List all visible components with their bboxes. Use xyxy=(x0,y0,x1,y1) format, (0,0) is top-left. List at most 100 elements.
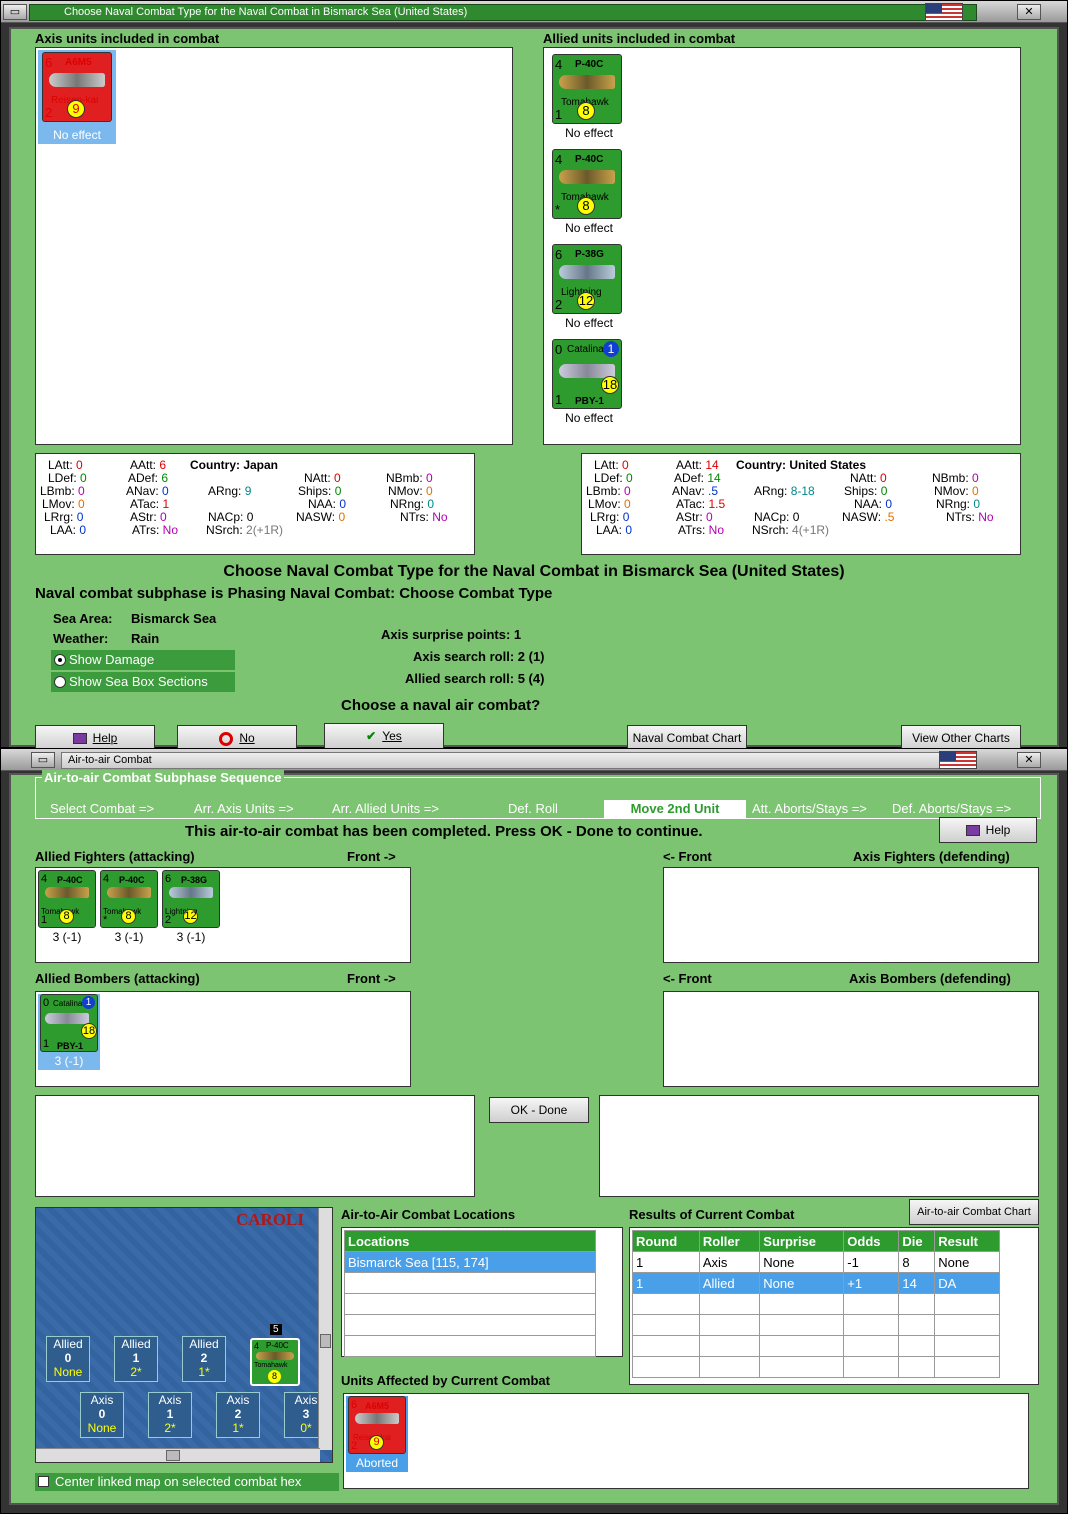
checkbox-box[interactable] xyxy=(38,1476,49,1487)
unit-caption: No effect xyxy=(565,126,613,140)
results-cell: Allied xyxy=(698,1272,761,1294)
counter-value: 2 xyxy=(555,297,563,312)
show-sea-box-radio[interactable]: Show Sea Box Sections xyxy=(51,672,235,692)
stat-anav: ANav: 0 xyxy=(126,484,169,498)
stat-atrs: ATrs: No xyxy=(132,523,179,537)
axis-stats-panel: LAtt: 0 LDef: 0 LBmb: 0 LMov: 0 LRrg: 0 … xyxy=(35,453,475,555)
scroll-thumb[interactable] xyxy=(166,1450,180,1461)
fighter-card[interactable]: 4P-40CTomahawk*8 3 (-1) xyxy=(100,870,160,946)
stat-value: 8-18 xyxy=(790,484,815,498)
stat-astr: AStr: 0 xyxy=(130,510,167,524)
range-circle: 9 xyxy=(369,1435,384,1450)
stat-lmov: LMov: 0 xyxy=(42,497,85,511)
box-title: Allied xyxy=(189,1337,219,1351)
stat-laa: LAA: 0 xyxy=(50,523,87,537)
allied-fighters-panel: 4P-40CTomahawk18 3 (-1) 4P-40CTomahawk*8… xyxy=(35,867,411,963)
results-header: Die xyxy=(898,1230,936,1252)
allied-unit-card[interactable]: 6P-38GLightning212 No effect xyxy=(550,244,630,334)
stat-value: .5 xyxy=(884,510,895,524)
box-title: Axis xyxy=(158,1393,182,1407)
combat-box-axis-1[interactable]: Axis 1 2* xyxy=(148,1392,192,1438)
stat-value: 0 xyxy=(76,510,84,524)
combat-box-axis-2[interactable]: Axis 2 1* xyxy=(216,1392,260,1438)
scroll-thumb[interactable] xyxy=(320,1334,331,1348)
stat-lbmb: LBmb: 0 xyxy=(586,484,631,498)
title-bar[interactable]: ▭ Choose Naval Combat Type for the Naval… xyxy=(1,1,1067,23)
results-header: Odds xyxy=(843,1230,900,1252)
combat-box-allied-0[interactable]: Allied 0 None xyxy=(46,1336,90,1382)
show-damage-radio[interactable]: Show Damage xyxy=(51,650,235,670)
unit-counter: 6 A6M5 Reisen-kai 2 9 xyxy=(42,52,112,122)
yes-button[interactable]: ✔ Yes xyxy=(324,723,444,749)
system-menu-button[interactable]: ▭ xyxy=(31,752,55,768)
results-cell: Axis xyxy=(698,1251,761,1273)
stat-lbmb: LBmb: 0 xyxy=(40,484,85,498)
fighter-card[interactable]: 6 P-38G Lightning 2 12 3 (-1) xyxy=(162,870,222,946)
axis-fighters-panel xyxy=(663,867,1039,963)
stat-value: 0 xyxy=(973,497,981,511)
unit-caption: 3 (-1) xyxy=(54,1054,84,1068)
axis-search-roll: Axis search roll: 2 (1) xyxy=(413,649,545,664)
affected-units-panel: 6A6M5Reisen-kai29 Aborted xyxy=(343,1393,1029,1489)
air-combat-chart-button[interactable]: Air-to-air Combat Chart xyxy=(909,1199,1039,1225)
vertical-scrollbar[interactable] xyxy=(318,1208,332,1450)
location-row xyxy=(344,1335,596,1357)
stat-nacp: NACp: 0 xyxy=(208,510,254,524)
stat-value: 0 xyxy=(972,484,979,498)
stat-value: 0 xyxy=(338,510,346,524)
combat-box-axis-0[interactable]: Axis 0 None xyxy=(80,1392,124,1438)
results-cell: 1 xyxy=(632,1272,700,1294)
stat-nmov: NMov: 0 xyxy=(934,484,979,498)
stat-value: 0 xyxy=(880,484,888,498)
close-button[interactable]: ✕ xyxy=(1017,4,1041,20)
map-unit[interactable]: 5 4 P-40C Tomahawk 8 xyxy=(250,1324,300,1386)
ok-done-button[interactable]: OK - Done xyxy=(489,1097,589,1123)
results-row xyxy=(632,1314,1000,1336)
allied-unit-card[interactable]: 4P-40CTomahawk*8 No effect xyxy=(550,149,630,239)
counter-value: 1 xyxy=(41,914,48,926)
help-button[interactable]: Help xyxy=(939,817,1037,843)
bomber-card[interactable]: 0 Catalina PBY-1 1 18 1 3 (-1) xyxy=(38,994,100,1070)
transport-circle: 1 xyxy=(603,341,619,357)
close-button[interactable]: ✕ xyxy=(1017,752,1041,768)
fighter-card[interactable]: 4P-40CTomahawk18 3 (-1) xyxy=(38,870,98,946)
range-circle: 12 xyxy=(577,292,595,310)
results-row-selected[interactable]: 1 Allied None +1 14 DA xyxy=(632,1272,1000,1294)
results-cell: 8 xyxy=(898,1251,936,1273)
location-row[interactable]: Bismarck Sea [115, 174] xyxy=(344,1251,596,1273)
results-row xyxy=(632,1335,1000,1357)
results-header: Roller xyxy=(698,1230,761,1252)
aircraft-icon xyxy=(355,1413,399,1424)
allied-bombers-label: Allied Bombers (attacking) xyxy=(35,971,200,986)
stat-value: 0 xyxy=(885,497,893,511)
stat-value: 0 xyxy=(334,484,342,498)
combat-box-allied-1[interactable]: Allied 1 2* xyxy=(114,1336,158,1382)
axis-bombers-label: Axis Bombers (defending) xyxy=(849,971,1011,986)
horizontal-scrollbar[interactable] xyxy=(36,1448,320,1462)
allied-units-panel: 4P-40CTomahawk18 No effect 4P-40CTomahaw… xyxy=(543,47,1021,445)
center-map-checkbox[interactable]: Center linked map on selected combat hex xyxy=(35,1473,339,1491)
counter-name: A6M5 xyxy=(65,57,92,68)
box-status: 1* xyxy=(198,1365,210,1379)
system-menu-button[interactable]: ▭ xyxy=(3,4,27,20)
axis-unit-card[interactable]: 6 A6M5 Reisen-kai 2 9 No effect xyxy=(38,50,116,144)
air-to-air-window: ▭ Air-to-air Combat ✕ Air-to-air Combat … xyxy=(0,748,1068,1514)
combat-box-allied-2[interactable]: Allied 2 1* xyxy=(182,1336,226,1382)
stat-laa: LAA: 0 xyxy=(596,523,633,537)
linked-map[interactable]: CAROLI Allied 0 None Allied 1 2* Allied 2 1* 5… xyxy=(35,1207,333,1463)
title-bar[interactable]: ▭ Air-to-air Combat ✕ xyxy=(1,749,1067,771)
locations-table: Locations Bismarck Sea [115, 174] xyxy=(344,1230,596,1357)
allied-search-roll: Allied search roll: 5 (4) xyxy=(405,671,545,686)
stat-value: 0 xyxy=(246,510,254,524)
counter-value: 6 xyxy=(45,55,53,70)
unit-counter: 6P-38GLightning212 xyxy=(552,244,622,314)
stat-value: 0 xyxy=(792,510,800,524)
affected-unit-card[interactable]: 6A6M5Reisen-kai29 Aborted xyxy=(346,1396,408,1472)
stat-value: 14 xyxy=(705,458,719,472)
counter-value: * xyxy=(555,202,561,217)
results-row[interactable]: 1 Axis None -1 8 None xyxy=(632,1251,1000,1273)
allied-unit-card[interactable]: 4P-40CTomahawk18 No effect xyxy=(550,54,630,144)
allied-fighters-label: Allied Fighters (attacking) xyxy=(35,849,195,864)
stat-value: 0 xyxy=(162,484,169,498)
allied-unit-card[interactable]: 0 Catalina PBY-1 1 18 1 No effect xyxy=(550,339,630,429)
